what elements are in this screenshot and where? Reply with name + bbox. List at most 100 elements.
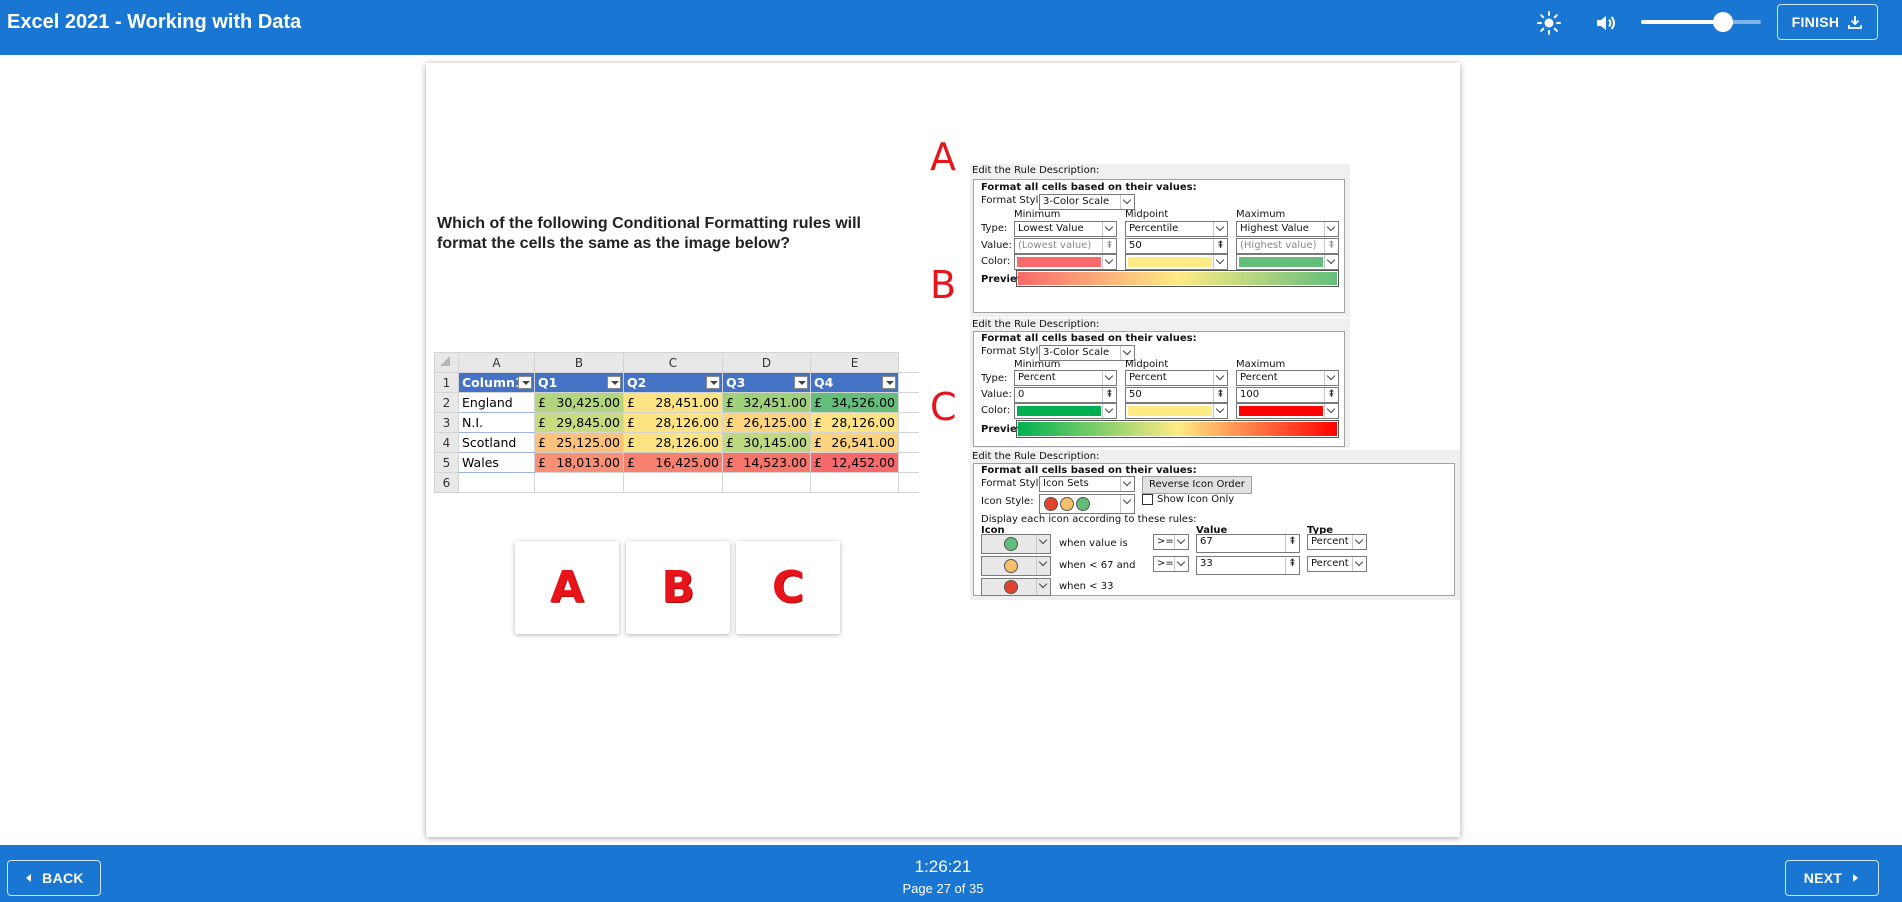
filter-dropdown-icon — [518, 376, 532, 389]
rule-b-max-color-picker[interactable] — [1236, 403, 1339, 419]
table-header-cell: Q2 — [623, 372, 723, 393]
cell-value: 34,526.00 — [831, 395, 895, 410]
chevron-down-icon — [1120, 346, 1134, 360]
rule-c-letter: C — [930, 385, 957, 429]
rule-a-mid-value-input[interactable]: 50 ⇞ — [1125, 238, 1228, 254]
value-cell: £30,145.00 — [722, 432, 811, 453]
reverse-icon-order-button[interactable]: Reverse Icon Order — [1142, 476, 1252, 494]
volume-slider[interactable] — [1641, 12, 1761, 32]
range-select-icon[interactable]: ⇞ — [1324, 388, 1338, 402]
value-cell: £29,845.00 — [534, 412, 624, 433]
show-icon-only-checkbox[interactable] — [1142, 494, 1153, 505]
option-a-button[interactable]: A — [515, 541, 619, 634]
cell-value: 12,452.00 — [831, 455, 895, 470]
rule-a-mid-color-picker[interactable] — [1125, 254, 1228, 270]
rule-a-preview-bar — [1016, 270, 1339, 287]
minimum-label: Minimum — [1014, 359, 1061, 370]
rule-b-max-type-select[interactable]: Percent — [1236, 370, 1339, 386]
table-row: 3 N.I. £29,845.00 £28,126.00 £26,125.00 £28,1… — [434, 412, 919, 433]
range-select-icon[interactable]: ⇞ — [1102, 388, 1116, 402]
option-c-button[interactable]: C — [736, 541, 840, 634]
chevron-down-icon — [1036, 557, 1050, 575]
row-label-cell: Scotland — [458, 432, 535, 453]
rule-a-max-value-input[interactable]: (Highest value) ⇞ — [1236, 238, 1339, 254]
rule-a-mid-type-select[interactable]: Percentile — [1125, 221, 1228, 237]
chevron-down-icon — [1324, 371, 1338, 385]
volume-slider-thumb[interactable] — [1712, 12, 1733, 32]
yellow-circle-icon — [1060, 497, 1074, 511]
chevron-down-icon — [1120, 477, 1134, 491]
color-label: Color: — [981, 405, 1011, 416]
chevron-down-icon — [1102, 404, 1116, 418]
finish-button[interactable]: FINISH — [1777, 4, 1878, 40]
currency-symbol: £ — [814, 435, 822, 450]
format-style-label: Format Style: — [981, 478, 1048, 489]
rule-c-title: Edit the Rule Description: — [972, 451, 1100, 462]
rule-b-mid-type-select[interactable]: Percent — [1125, 370, 1228, 386]
currency-symbol: £ — [627, 455, 635, 470]
range-select-icon[interactable]: ⇞ — [1285, 557, 1299, 574]
cell-value: 28,126.00 — [831, 415, 895, 430]
rule-a-min-type-select[interactable]: Lowest Value — [1014, 221, 1117, 237]
color-label: Color: — [981, 256, 1011, 267]
rule-b-mid-value-input[interactable]: 50 ⇞ — [1125, 387, 1228, 403]
range-select-icon[interactable]: ⇞ — [1324, 239, 1338, 253]
spreadsheet-image: A B C D E 1 Column1 Q1 Q2 Q3 Q4 2 England… — [434, 352, 919, 493]
next-button[interactable]: NEXT — [1785, 860, 1879, 896]
range-select-icon[interactable]: ⇞ — [1213, 388, 1227, 402]
top-bar: Excel 2021 - Working with Data FINISH — [0, 0, 1902, 55]
icon-style-select[interactable] — [1039, 494, 1135, 514]
value-cell: £12,452.00 — [810, 452, 899, 473]
rule-b-min-type-select[interactable]: Percent — [1014, 370, 1117, 386]
rule-a-max-type-select[interactable]: Highest Value — [1236, 221, 1339, 237]
currency-symbol: £ — [726, 395, 734, 410]
icon-rule-2-type-select[interactable]: Percent — [1307, 556, 1367, 572]
table-row: 5 Wales £18,013.00 £16,425.00 £14,523.00 £12,… — [434, 452, 919, 473]
icon-rule-2-value-input[interactable]: 33 ⇞ — [1196, 556, 1300, 575]
rule-b-mid-color-picker[interactable] — [1125, 403, 1228, 419]
icon-rule-1-select[interactable] — [981, 534, 1051, 554]
sheet-corner — [434, 352, 459, 373]
option-b-button[interactable]: B — [626, 541, 730, 634]
rule-b-subtitle: Format all cells based on their values: — [981, 333, 1197, 344]
rule-b-min-value-input[interactable]: 0 ⇞ — [1014, 387, 1117, 403]
currency-symbol: £ — [726, 435, 734, 450]
rule-c-subtitle: Format all cells based on their values: — [981, 465, 1197, 476]
icon-rule-2-select[interactable] — [981, 556, 1051, 576]
icon-rule-1-type-select[interactable]: Percent — [1307, 534, 1367, 550]
rule-a-max-color-picker[interactable] — [1236, 254, 1339, 270]
currency-symbol: £ — [814, 415, 822, 430]
rule-b-panel: Edit the Rule Description: Format all ce… — [970, 318, 1350, 448]
rule-b-min-color-picker[interactable] — [1014, 403, 1117, 419]
range-select-icon[interactable]: ⇞ — [1285, 535, 1299, 552]
icon-rule-3-text: when < 33 — [1059, 581, 1114, 592]
cell-value: 25,125.00 — [556, 435, 620, 450]
rule-b-title: Edit the Rule Description: — [972, 319, 1100, 330]
currency-symbol: £ — [538, 435, 546, 450]
finish-label: FINISH — [1791, 14, 1840, 30]
chevron-down-icon — [1352, 535, 1366, 549]
rule-b-max-value-input[interactable]: 100 ⇞ — [1236, 387, 1339, 403]
red-circle-icon — [1004, 580, 1018, 594]
icon-rule-1-operator-select[interactable]: >= — [1153, 534, 1189, 550]
cell-value: 29,845.00 — [556, 415, 620, 430]
show-icon-only-label: Show Icon Only — [1157, 494, 1235, 505]
table-header-cell: Column1 — [458, 372, 535, 393]
rule-c-format-style-select[interactable]: Icon Sets — [1039, 476, 1135, 492]
range-select-icon[interactable]: ⇞ — [1213, 239, 1227, 253]
icon-rule-2-operator-select[interactable]: >= — [1153, 556, 1189, 572]
chevron-down-icon — [1120, 195, 1134, 209]
table-header-cell: Q4 — [810, 372, 899, 393]
rule-a-min-color-picker[interactable] — [1014, 254, 1117, 270]
rule-a-format-style-select[interactable]: 3-Color Scale — [1039, 194, 1135, 210]
value-cell: £18,013.00 — [534, 452, 624, 473]
icon-rule-3-select[interactable] — [981, 578, 1051, 596]
app-title: Excel 2021 - Working with Data — [7, 11, 302, 33]
chevron-down-icon — [1102, 222, 1116, 236]
rule-a-min-value-input[interactable]: (Lowest value) ⇞ — [1014, 238, 1117, 254]
volume-icon[interactable] — [1592, 10, 1618, 36]
icon-rule-1-value-input[interactable]: 67 ⇞ — [1196, 534, 1300, 553]
type-label: Type: — [981, 373, 1008, 384]
brightness-icon[interactable] — [1536, 10, 1562, 36]
range-select-icon[interactable]: ⇞ — [1102, 239, 1116, 253]
